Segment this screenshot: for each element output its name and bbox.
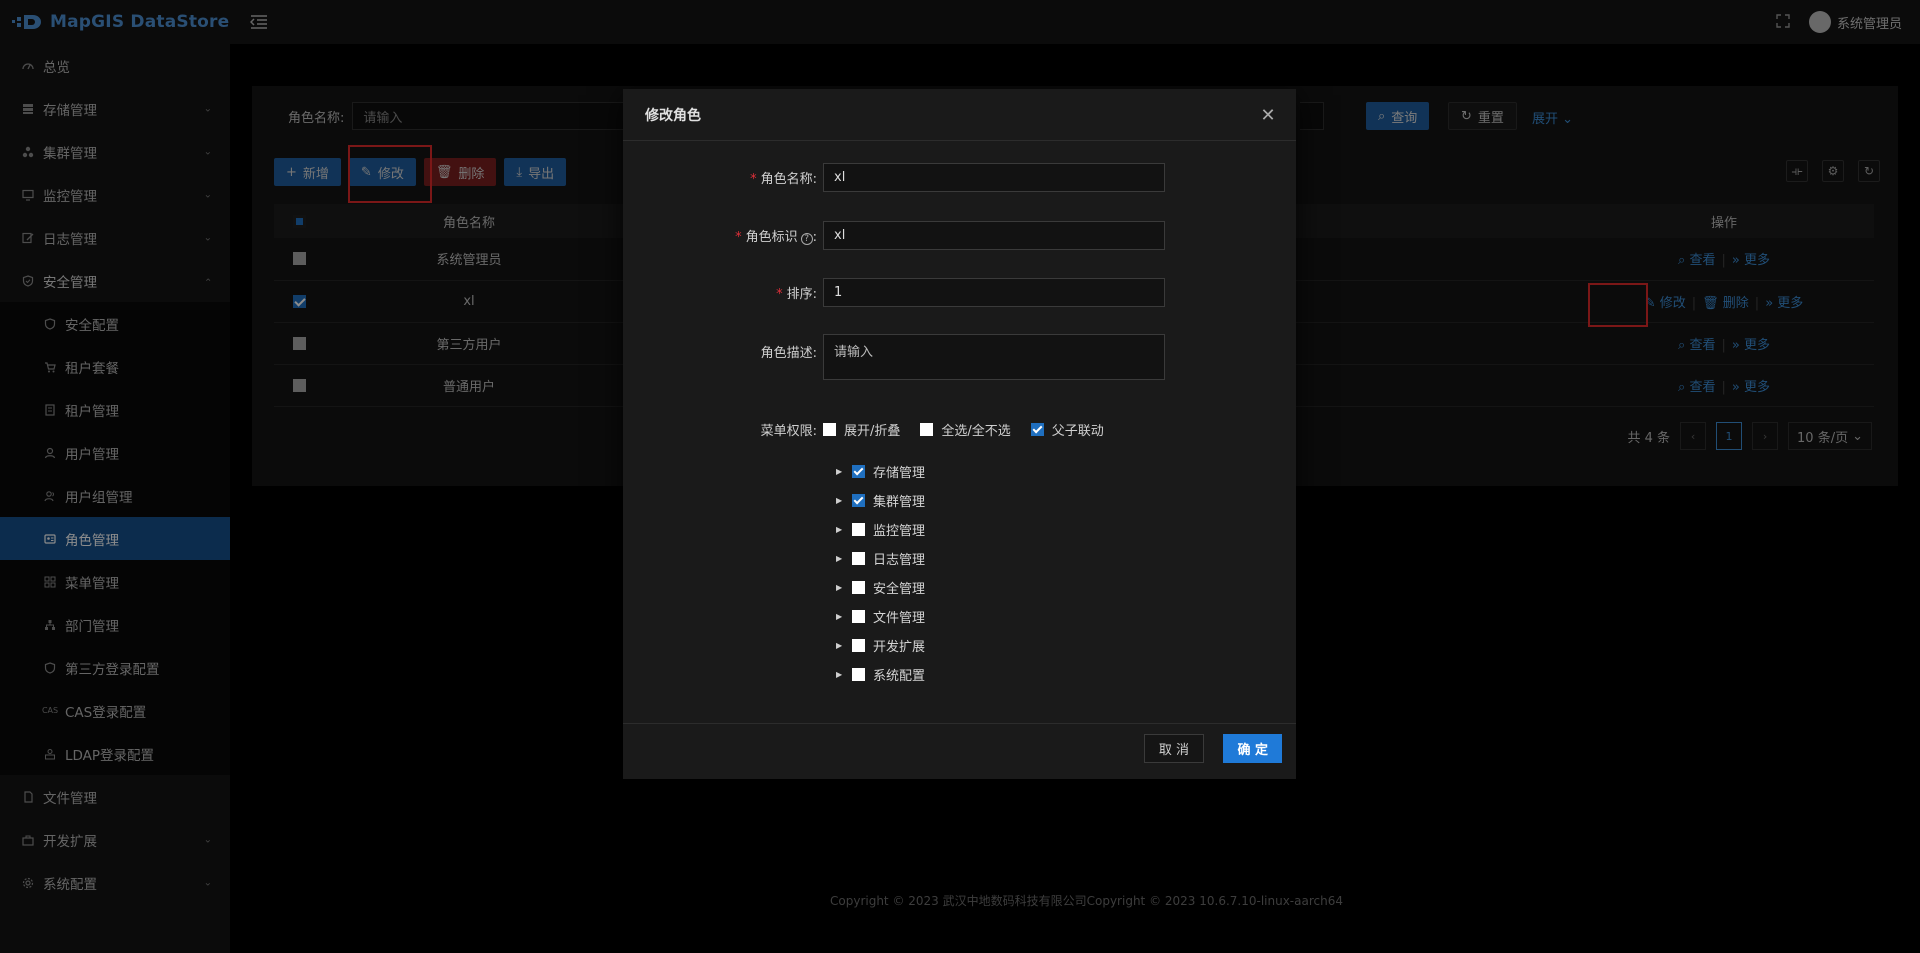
tree-node[interactable]: ▶ 文件管理 xyxy=(836,602,925,631)
dialog-footer: 取 消 确 定 xyxy=(623,723,1296,779)
tree-checkbox[interactable] xyxy=(852,639,865,652)
tree-node[interactable]: ▶ 存储管理 xyxy=(836,457,925,486)
dialog-title: 修改角色 xyxy=(645,107,701,124)
select-all-perm-checkbox[interactable] xyxy=(920,423,934,436)
caret-right-icon[interactable]: ▶ xyxy=(836,554,844,563)
field-label: 角色描述: xyxy=(760,346,817,361)
select-all-option[interactable]: 全选/全不选 xyxy=(920,420,1011,439)
form-row-key: * 角色标识?: xl xyxy=(623,221,1296,250)
parent-child-link-checkbox[interactable] xyxy=(1030,423,1044,436)
tree-node[interactable]: ▶ 开发扩展 xyxy=(836,631,925,660)
caret-right-icon[interactable]: ▶ xyxy=(836,670,844,679)
tree-node[interactable]: ▶ 日志管理 xyxy=(836,544,925,573)
tree-node[interactable]: ▶ 安全管理 xyxy=(836,573,925,602)
tree-node[interactable]: ▶ 系统配置 xyxy=(836,660,925,689)
field-label: * 排序: xyxy=(776,287,817,302)
cancel-button[interactable]: 取 消 xyxy=(1143,734,1204,763)
field-label: 菜单权限: xyxy=(760,424,817,439)
role-name-field[interactable]: xl xyxy=(823,163,1165,192)
permission-options: 展开/折叠 全选/全不选 父子联动 xyxy=(823,420,1116,439)
tree-checkbox[interactable] xyxy=(852,668,865,681)
field-label: * 角色名称: xyxy=(750,172,817,187)
field-label: * 角色标识?: xyxy=(735,230,817,245)
form-row-sort: * 排序: 1 xyxy=(623,278,1296,307)
edit-role-dialog: 修改角色 ✕ * 角色名称: xl * 角色标识?: xl * 排序: 1 角色描述:… xyxy=(623,89,1296,779)
form-row-desc: 角色描述: 请输入 xyxy=(623,334,1296,380)
confirm-button[interactable]: 确 定 xyxy=(1223,734,1282,763)
tree-checkbox[interactable] xyxy=(852,523,865,536)
form-row-permissions: 菜单权限: 展开/折叠 全选/全不选 父子联动 xyxy=(623,420,1296,439)
caret-right-icon[interactable]: ▶ xyxy=(836,525,844,534)
caret-right-icon[interactable]: ▶ xyxy=(836,641,844,650)
menu-permission-tree: ▶ 存储管理 ▶ 集群管理 ▶ 监控管理 ▶ 日志管理 ▶ 安全管理 ▶ 文件管理 ▶ 开发扩… xyxy=(836,457,925,689)
tree-checkbox[interactable] xyxy=(852,610,865,623)
expand-collapse-option[interactable]: 展开/折叠 xyxy=(823,420,900,439)
caret-right-icon[interactable]: ▶ xyxy=(836,467,844,476)
tree-checkbox[interactable] xyxy=(852,494,865,507)
tree-checkbox[interactable] xyxy=(852,465,865,478)
dialog-header: 修改角色 ✕ xyxy=(623,89,1296,141)
expand-collapse-checkbox[interactable] xyxy=(823,423,836,436)
tree-checkbox[interactable] xyxy=(852,552,865,565)
parent-child-link-option[interactable]: 父子联动 xyxy=(1030,420,1104,439)
role-key-field[interactable]: xl xyxy=(823,221,1165,250)
caret-right-icon[interactable]: ▶ xyxy=(836,583,844,592)
caret-right-icon[interactable]: ▶ xyxy=(836,496,844,505)
form-row-name: * 角色名称: xl xyxy=(623,163,1296,192)
question-icon[interactable]: ? xyxy=(800,233,813,245)
sort-field[interactable]: 1 xyxy=(823,278,1165,307)
tree-node[interactable]: ▶ 集群管理 xyxy=(836,486,925,515)
caret-right-icon[interactable]: ▶ xyxy=(836,612,844,621)
role-description-textarea[interactable]: 请输入 xyxy=(823,334,1165,380)
close-icon[interactable]: ✕ xyxy=(1258,105,1278,126)
tree-node[interactable]: ▶ 监控管理 xyxy=(836,515,925,544)
tree-checkbox[interactable] xyxy=(852,581,865,594)
